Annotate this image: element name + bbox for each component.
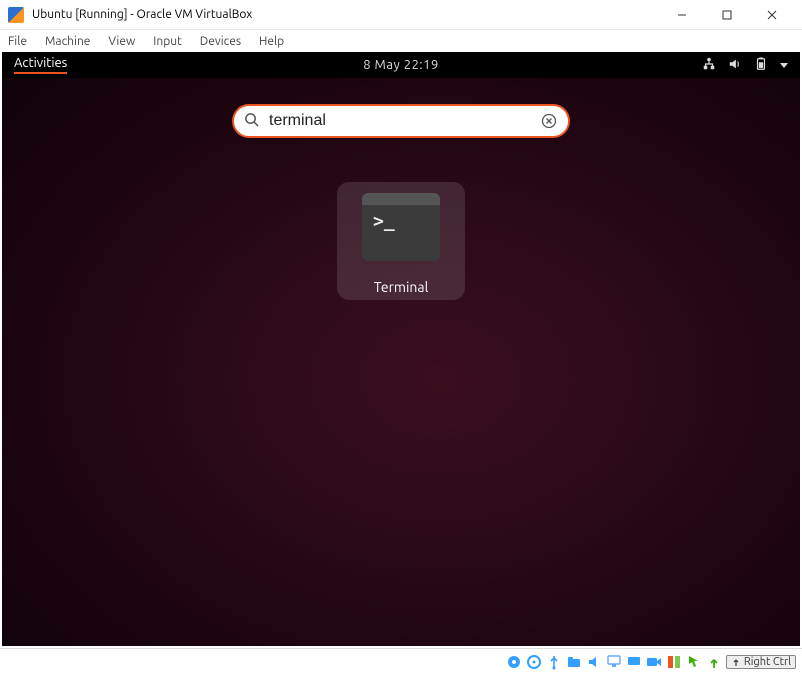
guest-display: Activities 8 May 22:19 >_	[0, 52, 802, 648]
optical-indicator-icon[interactable]	[526, 654, 542, 670]
mouse-integration-icon[interactable]	[686, 654, 702, 670]
menu-input[interactable]: Input	[153, 35, 182, 48]
host-statusbar: Right Ctrl	[0, 648, 802, 674]
menu-view[interactable]: View	[108, 35, 135, 48]
activities-button[interactable]: Activities	[14, 56, 67, 74]
battery-icon	[754, 57, 768, 74]
recording-indicator-icon[interactable]	[646, 654, 662, 670]
menu-devices[interactable]: Devices	[200, 35, 241, 48]
clock[interactable]: 8 May 22:19	[363, 58, 439, 72]
host-titlebar: Ubuntu [Running] - Oracle VM VirtualBox	[0, 0, 802, 30]
system-status-area[interactable]	[702, 57, 788, 74]
host-menubar: File Machine View Input Devices Help	[0, 30, 802, 52]
menu-file[interactable]: File	[8, 35, 27, 48]
volume-icon	[728, 57, 742, 74]
wired-network-icon	[702, 57, 716, 74]
usb-indicator-icon[interactable]	[546, 654, 562, 670]
host-key-indicator[interactable]: Right Ctrl	[726, 655, 796, 669]
hdd-indicator-icon[interactable]	[506, 654, 522, 670]
menu-machine[interactable]: Machine	[45, 35, 90, 48]
host-key-label: Right Ctrl	[744, 656, 791, 668]
hostkey-arrow-icon	[731, 657, 741, 667]
vm-state-indicator-icon[interactable]	[666, 654, 682, 670]
audio-indicator-icon[interactable]	[586, 654, 602, 670]
maximize-button[interactable]	[704, 0, 749, 30]
search-input[interactable]	[269, 112, 540, 130]
display-indicator-icon[interactable]	[626, 654, 642, 670]
search-bar	[232, 104, 570, 138]
window-title: Ubuntu [Running] - Oracle VM VirtualBox	[32, 8, 659, 21]
keyboard-capture-icon[interactable]	[706, 654, 722, 670]
menu-help[interactable]: Help	[259, 35, 284, 48]
app-result-terminal[interactable]: >_ Terminal	[337, 182, 465, 300]
virtualbox-logo-icon	[8, 7, 24, 23]
gnome-topbar: Activities 8 May 22:19	[2, 52, 800, 78]
app-result-label: Terminal	[374, 279, 429, 295]
chevron-down-icon	[780, 63, 788, 68]
close-button[interactable]	[749, 0, 794, 30]
clear-search-button[interactable]	[540, 112, 558, 130]
terminal-app-icon: >_	[362, 193, 440, 261]
shared-folders-indicator-icon[interactable]	[566, 654, 582, 670]
search-icon	[244, 112, 259, 131]
minimize-button[interactable]	[659, 0, 704, 30]
network-indicator-icon[interactable]	[606, 654, 622, 670]
